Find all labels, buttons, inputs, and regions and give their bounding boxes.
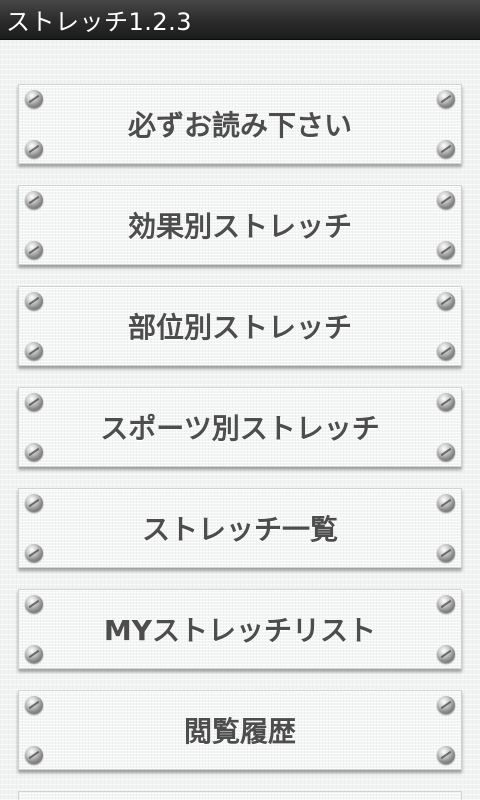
screw-icon [437,90,455,108]
screw-icon [25,746,43,764]
screw-icon [437,443,455,461]
screw-icon [437,241,455,259]
menu-button-read-first[interactable]: 必ずお読み下さい [18,84,462,164]
menu-button-partial[interactable] [18,791,462,800]
screw-icon [437,292,455,310]
screw-icon [437,393,455,411]
screw-icon [25,292,43,310]
screw-icon [437,191,455,209]
screw-icon [437,595,455,613]
menu-button-history[interactable]: 閲覧履歴 [18,690,462,770]
menu-button-label: 効果別ストレッチ [127,210,352,243]
screw-icon [25,241,43,259]
screw-icon [25,494,43,512]
screw-icon [25,595,43,613]
menu-button-stretch-list[interactable]: ストレッチ一覧 [18,488,462,568]
screw-icon [437,696,455,714]
title-bar: ストレッチ1.2.3 [0,0,480,40]
screw-icon [25,544,43,562]
screw-icon [25,645,43,663]
screw-icon [25,696,43,714]
screw-icon [437,140,455,158]
screw-icon [437,746,455,764]
screw-icon [25,191,43,209]
screw-icon [437,494,455,512]
screw-icon [25,140,43,158]
menu-button-label: MYストレッチリスト [103,614,377,647]
menu-button-label: 閲覧履歴 [183,715,296,748]
menu-button-my-stretch-list[interactable]: MYストレッチリスト [18,589,462,669]
screw-icon [437,645,455,663]
menu-button-by-effect[interactable]: 効果別ストレッチ [18,185,462,265]
screw-icon [25,443,43,461]
menu-button-label: ストレッチ一覧 [141,513,338,546]
screw-icon [25,393,43,411]
screw-icon [437,544,455,562]
menu-button-by-body-part[interactable]: 部位別ストレッチ [18,286,462,366]
screw-icon [25,342,43,360]
screw-icon [25,90,43,108]
screw-icon [437,342,455,360]
menu-button-label: スポーツ別ストレッチ [100,412,380,445]
menu-button-label: 部位別ストレッチ [127,311,352,344]
menu-button-label: 必ずお読み下さい [127,109,352,142]
app-title: ストレッチ1.2.3 [6,8,193,36]
main-menu: 必ずお読み下さい 効果別ストレッチ 部位別ストレッチ スポーツ別ストレッチ スト… [0,40,480,800]
menu-button-by-sport[interactable]: スポーツ別ストレッチ [18,387,462,467]
